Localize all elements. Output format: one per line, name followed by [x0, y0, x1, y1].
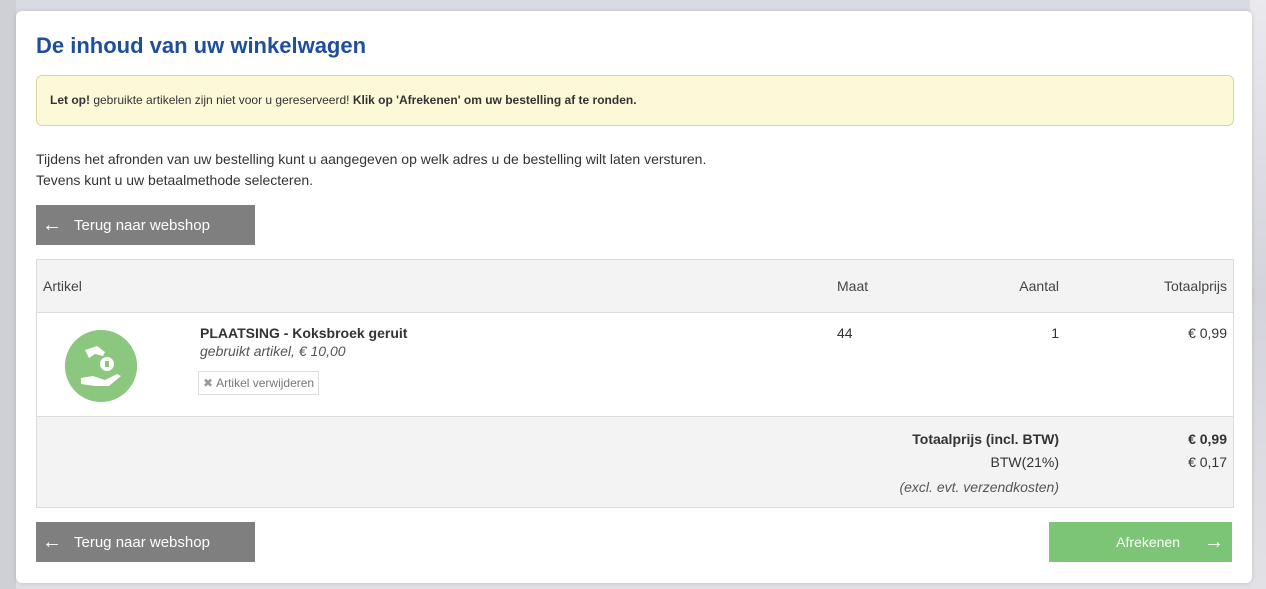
background-right: [1250, 0, 1266, 589]
info-line-1: Tijdens het afronden van uw bestelling k…: [36, 151, 707, 167]
cell-aantal: 1: [1051, 325, 1059, 341]
arrow-right-icon: →: [1204, 531, 1224, 553]
hand-coin-icon: [65, 330, 137, 402]
checkout-button[interactable]: Afrekenen →: [1049, 522, 1232, 562]
shipping-note: (excl. evt. verzendkosten): [899, 479, 1059, 495]
header-maat: Maat: [837, 278, 869, 294]
back-to-webshop-button-bottom[interactable]: ← Terug naar webshop: [36, 522, 255, 562]
remove-item-label: Artikel verwijderen: [216, 376, 315, 390]
background-left: [0, 0, 16, 589]
remove-item-button[interactable]: ✖ Artikel verwijderen: [198, 371, 320, 395]
back-to-webshop-button-top[interactable]: ← Terug naar webshop: [36, 205, 255, 245]
alert-prefix: Let op!: [50, 93, 90, 107]
remove-icon: ✖: [203, 376, 214, 390]
checkout-info: Tijdens het afronden van uw bestelling k…: [36, 149, 706, 191]
alert-emphasis: Klik op 'Afrekenen' om uw bestelling af …: [352, 93, 637, 107]
cell-maat: 44: [837, 325, 853, 341]
product-name[interactable]: PLAATSING - Koksbroek geruit: [200, 325, 407, 341]
back-button-label: Terug naar webshop: [74, 216, 210, 234]
cart-table: Artikel Maat Aantal Totaalprijs PLAATSIN…: [36, 259, 1234, 508]
header-totaalprijs: Totaalprijs: [1163, 278, 1227, 294]
table-header: Artikel Maat Aantal Totaalprijs: [37, 260, 1233, 313]
cart-totals: Totaalprijs (incl. BTW) € 0,99 BTW(21%) …: [37, 417, 1233, 507]
cell-totaalprijs: € 0,99: [1188, 325, 1227, 341]
arrow-left-icon: ←: [42, 214, 62, 236]
info-line-2: Tevens kunt u uw betaalmethode selectere…: [36, 172, 314, 188]
product-subtitle: gebruikt artikel, € 10,00: [200, 343, 346, 359]
total-incl-value: € 0,99: [1188, 431, 1227, 447]
back-button-label: Terug naar webshop: [74, 533, 210, 551]
btw-value: € 0,17: [1188, 454, 1227, 470]
page-title: De inhoud van uw winkelwagen: [36, 33, 367, 58]
header-artikel: Artikel: [43, 278, 82, 294]
alert-text: gebruikte artikelen zijn niet voor u ger…: [90, 93, 353, 107]
checkout-button-label: Afrekenen: [1116, 534, 1180, 550]
header-aantal: Aantal: [1019, 278, 1059, 294]
reservation-alert: Let op! gebruikte artikelen zijn niet vo…: [36, 75, 1234, 126]
btw-label: BTW(21%): [990, 454, 1059, 470]
arrow-left-icon: ←: [42, 531, 62, 553]
total-incl-label: Totaalprijs (incl. BTW): [912, 431, 1059, 447]
cart-panel: De inhoud van uw winkelwagen Let op! geb…: [16, 11, 1252, 583]
table-row: PLAATSING - Koksbroek geruit gebruikt ar…: [37, 313, 1233, 417]
